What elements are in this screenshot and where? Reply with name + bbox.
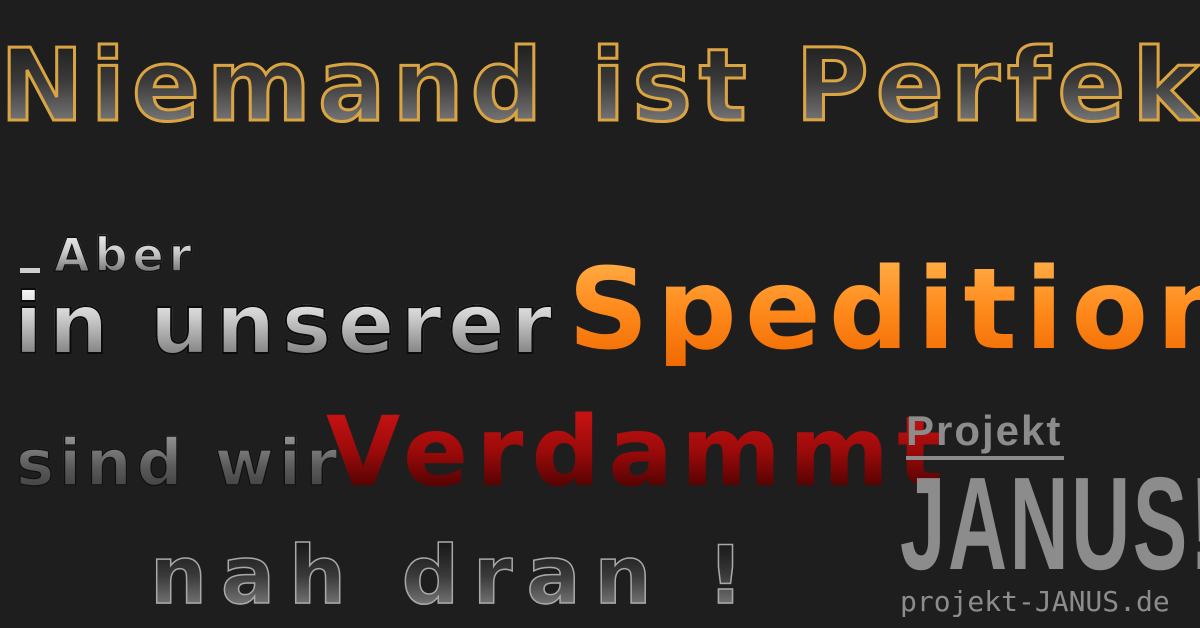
- headline-verdammt: Verdammt: [326, 396, 951, 508]
- headline-in-unserer: in unserer: [13, 275, 559, 373]
- logo-url-link[interactable]: projekt-JANUS.de: [900, 588, 1170, 616]
- headline-sind-wir: sind wir: [15, 427, 343, 501]
- headline-nah-dran: nah dran !: [149, 529, 758, 622]
- aber-dash-mark: [20, 268, 40, 273]
- headline-aber: Aber: [53, 228, 197, 282]
- logo-projekt-text: Projekt: [906, 407, 1063, 454]
- banner-canvas: Niemand ist Perfekt Aber in unserer Sped…: [0, 0, 1200, 628]
- projekt-janus-logo: Projekt JANUS! projekt-JANUS.de: [900, 407, 1200, 624]
- logo-janus-text: JANUS!: [900, 450, 1200, 597]
- headline-title: Niemand ist Perfekt: [0, 27, 1200, 144]
- headline-spedition: Spedition: [568, 254, 1200, 366]
